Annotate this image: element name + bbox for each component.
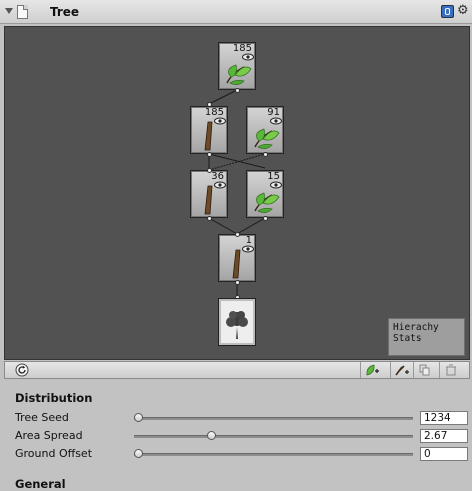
refresh-icon[interactable]	[15, 363, 29, 377]
ground-offset-slider[interactable]	[134, 449, 413, 458]
stats-label-line1: Hierachy	[393, 322, 439, 333]
leaf-icon	[226, 64, 252, 85]
leaf-icon	[254, 192, 280, 213]
tree-hierarchy-graph[interactable]: 185 185 91 36 15 1 Hierachy Stats	[4, 26, 470, 360]
branch-icon	[204, 121, 213, 151]
delete-button[interactable]	[439, 362, 461, 378]
tree-seed-label: Tree Seed	[15, 411, 69, 424]
tree-seed-slider[interactable]	[134, 413, 413, 422]
branch-node[interactable]: 1	[218, 234, 256, 282]
connection-port	[235, 232, 240, 237]
connection-port	[235, 280, 240, 285]
tree-silhouette-icon	[226, 311, 248, 339]
section-title-general: General	[15, 477, 66, 491]
area-spread-slider[interactable]	[134, 431, 413, 440]
leaf-node[interactable]: 185	[218, 42, 256, 90]
delete-icon	[445, 364, 456, 376]
inspector-header: Tree ⚙	[0, 0, 472, 24]
branch-node[interactable]: 185	[190, 106, 228, 154]
component-title: Tree	[50, 5, 80, 19]
leaf-node[interactable]: 15	[246, 170, 284, 218]
ground-offset-label: Ground Offset	[15, 447, 93, 460]
connection-port	[263, 152, 268, 157]
section-title-distribution: Distribution	[15, 391, 93, 405]
slider-thumb[interactable]	[134, 449, 143, 458]
connection-port	[263, 216, 268, 221]
slider-thumb[interactable]	[134, 413, 143, 422]
duplicate-button[interactable]	[413, 362, 435, 378]
connection-port	[235, 88, 240, 93]
tree-seed-field[interactable]: 1234	[420, 411, 468, 425]
branch-icon	[232, 249, 241, 279]
help-book-icon[interactable]	[441, 5, 454, 18]
add-branch-group-button[interactable]	[390, 362, 412, 378]
asset-file-icon	[17, 5, 28, 19]
branch-node[interactable]: 36	[190, 170, 228, 218]
connection-port	[207, 168, 212, 173]
branch-icon	[204, 185, 213, 215]
stats-label-line2: Stats	[393, 333, 422, 344]
ground-offset-field[interactable]: 0	[420, 447, 468, 461]
tree-root-node[interactable]	[218, 298, 256, 346]
leaf-icon	[254, 128, 280, 149]
add-leaf-group-button[interactable]	[360, 362, 382, 378]
area-spread-field[interactable]: 2.67	[420, 429, 468, 443]
graph-toolbar	[4, 361, 470, 379]
connection-port	[207, 152, 212, 157]
foldout-arrow-icon[interactable]	[5, 8, 13, 14]
area-spread-label: Area Spread	[15, 429, 83, 442]
connection-port	[207, 216, 212, 221]
connection-port	[207, 102, 212, 107]
add-leaf-group-icon	[366, 364, 379, 376]
gear-icon[interactable]: ⚙	[457, 4, 469, 18]
add-branch-group-icon	[394, 365, 409, 376]
duplicate-icon	[419, 364, 429, 376]
hierarchy-stats-panel: Hierachy Stats	[388, 318, 465, 356]
leaf-node[interactable]: 91	[246, 106, 284, 154]
slider-thumb[interactable]	[206, 431, 216, 440]
